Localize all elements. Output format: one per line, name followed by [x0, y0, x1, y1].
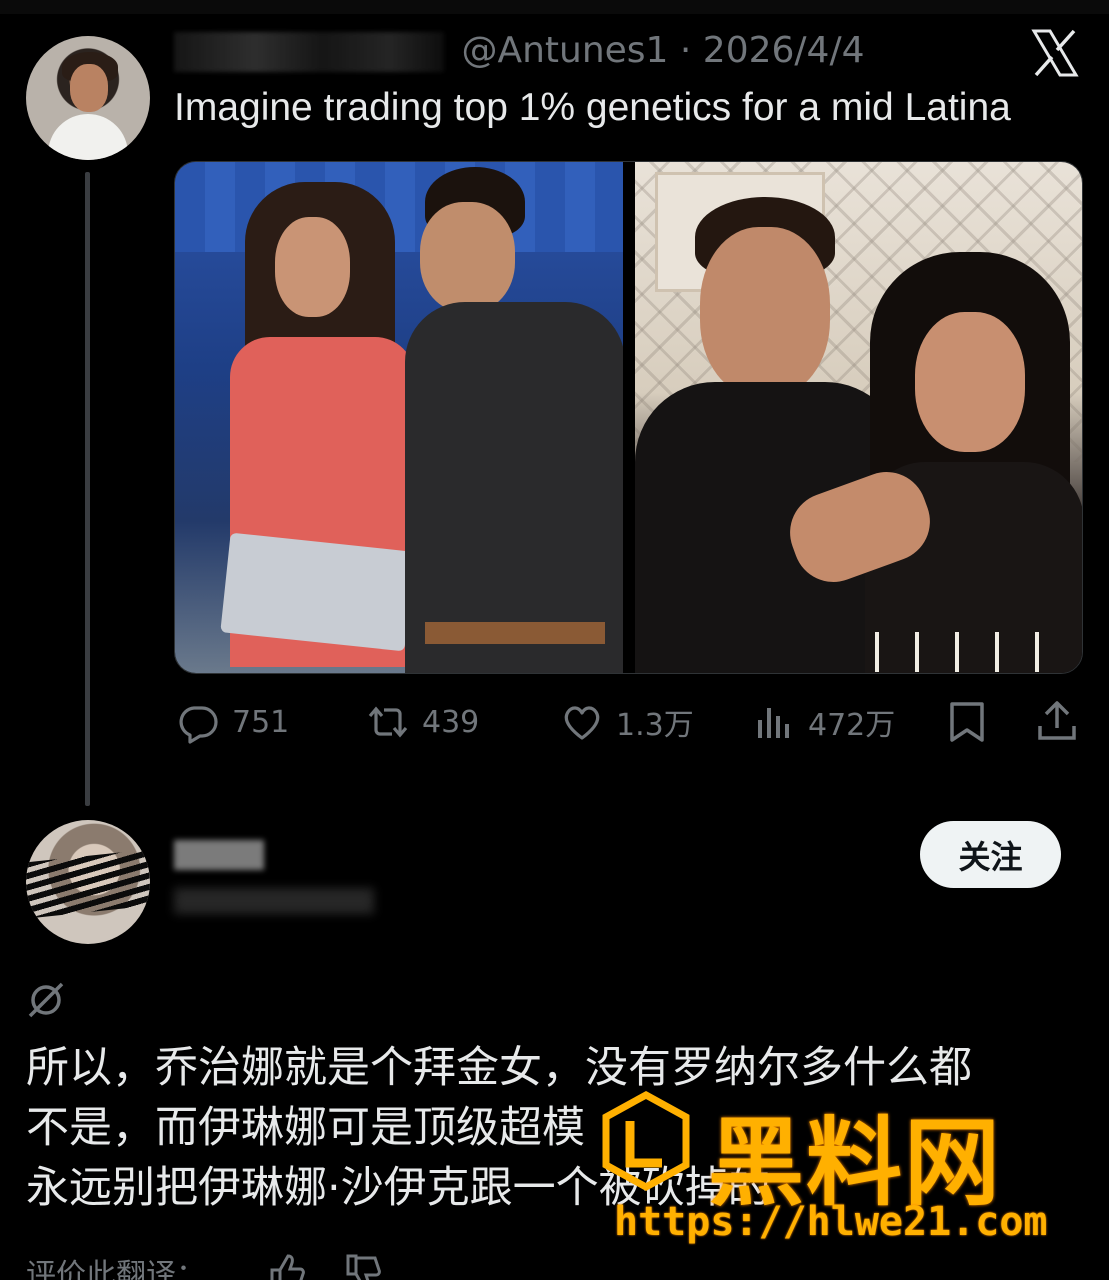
photo-right[interactable]	[635, 162, 1082, 673]
reply-button[interactable]: 751	[176, 700, 289, 744]
share-icon[interactable]	[1036, 700, 1078, 744]
watermark-url: https://hlwe21.com	[614, 1199, 1048, 1245]
avatar-redaction	[26, 849, 150, 919]
reply-count: 751	[232, 704, 290, 740]
retweet-button[interactable]: 439	[366, 700, 479, 744]
reply-icon	[179, 706, 218, 744]
thumbs-up-icon[interactable]	[268, 1252, 308, 1280]
avatar[interactable]	[26, 36, 150, 160]
blurred-display-name	[174, 32, 444, 72]
avatar[interactable]	[26, 820, 150, 944]
retweet-icon	[368, 706, 408, 738]
status-bar	[0, 0, 1109, 14]
blurred-display-name	[174, 840, 264, 870]
like-count: 1.3万	[616, 708, 694, 743]
follow-button[interactable]: 关注	[920, 821, 1061, 888]
tweet-date[interactable]: 2026/4/4	[703, 30, 865, 71]
views-button[interactable]: 472万	[752, 700, 895, 744]
avatar-face	[70, 64, 108, 112]
heart-icon	[564, 706, 600, 740]
avatar-shirt	[48, 114, 128, 160]
photo-left[interactable]	[175, 162, 623, 673]
tweet-handle[interactable]: @Antunes1 ·	[461, 30, 691, 71]
watermark-logo-icon	[602, 1091, 690, 1191]
grok-icon[interactable]	[26, 980, 66, 1020]
bookmark-icon[interactable]	[946, 700, 988, 744]
tweet-actions: 751 439 1.3万 472万	[0, 700, 1109, 744]
thumbs-down-icon[interactable]	[344, 1252, 384, 1280]
tweet-text: Imagine trading top 1% genetics for a mi…	[174, 86, 1011, 129]
translation-rating-label: 评价此翻译：	[26, 1258, 206, 1280]
like-button[interactable]: 1.3万	[560, 700, 694, 744]
retweet-count: 439	[422, 704, 480, 740]
watermark: 黑料网 https://hlwe21.com	[600, 1085, 1070, 1255]
views-chart-icon	[758, 708, 789, 738]
view-count: 472万	[808, 708, 896, 743]
blurred-handle	[174, 888, 374, 914]
tweet-meta: @Antunes1 · 2026/4/4	[174, 30, 864, 76]
tweet-media[interactable]	[174, 161, 1083, 674]
x-logo-icon[interactable]	[1030, 28, 1080, 78]
